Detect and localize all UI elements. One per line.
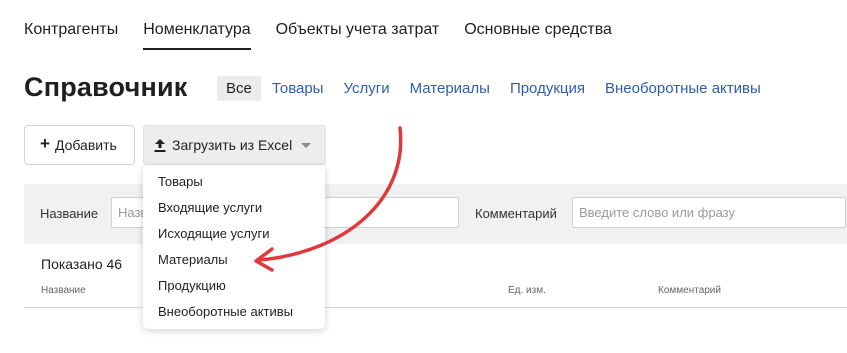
tab-fixed-assets[interactable]: Основные средства xyxy=(464,21,612,50)
filter-tab-noncurrent-assets[interactable]: Внеоборотные активы xyxy=(605,80,761,97)
add-button-label: Добавить xyxy=(54,137,117,153)
results-count: Показано 46 xyxy=(41,256,123,272)
column-header-comment[interactable]: Комментарий xyxy=(658,285,721,296)
page-title: Справочник xyxy=(24,72,188,102)
filter-tab-goods[interactable]: Товары xyxy=(272,80,324,97)
upload-excel-button[interactable]: Загрузить из Excel xyxy=(143,125,326,165)
column-header-name[interactable]: Название xyxy=(41,285,86,296)
upload-excel-label: Загрузить из Excel xyxy=(172,137,293,153)
plus-icon: + xyxy=(40,134,50,153)
menu-item-noncurrent-assets[interactable]: Внеоборотные активы xyxy=(143,299,325,325)
upload-icon xyxy=(154,138,166,152)
annotation-arrow xyxy=(254,126,403,272)
excel-import-dropdown: Товары Входящие услуги Исходящие услуги … xyxy=(143,165,325,329)
menu-item-outgoing-services[interactable]: Исходящие услуги xyxy=(143,221,325,247)
menu-item-goods[interactable]: Товары xyxy=(143,169,325,195)
filter-tab-all[interactable]: Все xyxy=(217,76,261,101)
column-header-unit[interactable]: Ед. изм. xyxy=(508,285,546,296)
category-filter-tabs: Все Товары Услуги Материалы Продукция Вн… xyxy=(217,76,781,101)
caret-down-icon[interactable] xyxy=(301,143,311,148)
tab-counterparties[interactable]: Контрагенты xyxy=(24,21,118,50)
filter-tab-materials[interactable]: Материалы xyxy=(410,80,490,97)
tab-cost-objects[interactable]: Объекты учета затрат xyxy=(276,21,440,50)
menu-item-materials[interactable]: Материалы xyxy=(143,247,325,273)
filter-tab-products[interactable]: Продукция xyxy=(510,80,585,97)
filter-tab-services[interactable]: Услуги xyxy=(343,80,389,97)
comment-filter-label: Комментарий xyxy=(475,206,557,221)
tab-nomenclature[interactable]: Номенклатура xyxy=(143,21,251,50)
comment-filter-input[interactable]: Введите слово или фразу xyxy=(572,197,846,228)
menu-item-incoming-services[interactable]: Входящие услуги xyxy=(143,195,325,221)
menu-item-products[interactable]: Продукцию xyxy=(143,273,325,299)
top-tabs: Контрагенты Номенклатура Объекты учета з… xyxy=(24,21,637,50)
add-button[interactable]: + Добавить xyxy=(24,125,135,165)
name-filter-label: Название xyxy=(40,206,99,221)
